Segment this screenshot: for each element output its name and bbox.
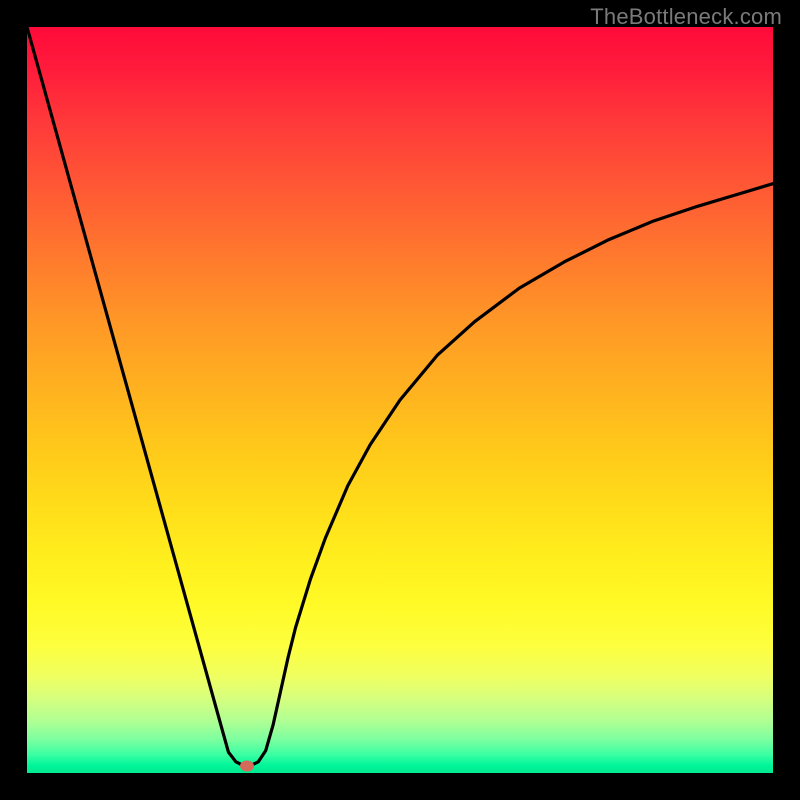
optimal-point-marker (240, 760, 254, 771)
watermark-text: TheBottleneck.com (590, 4, 782, 30)
response-curve (27, 27, 773, 766)
chart-frame: TheBottleneck.com (0, 0, 800, 800)
curve-layer (27, 27, 773, 773)
plot-area (27, 27, 773, 773)
